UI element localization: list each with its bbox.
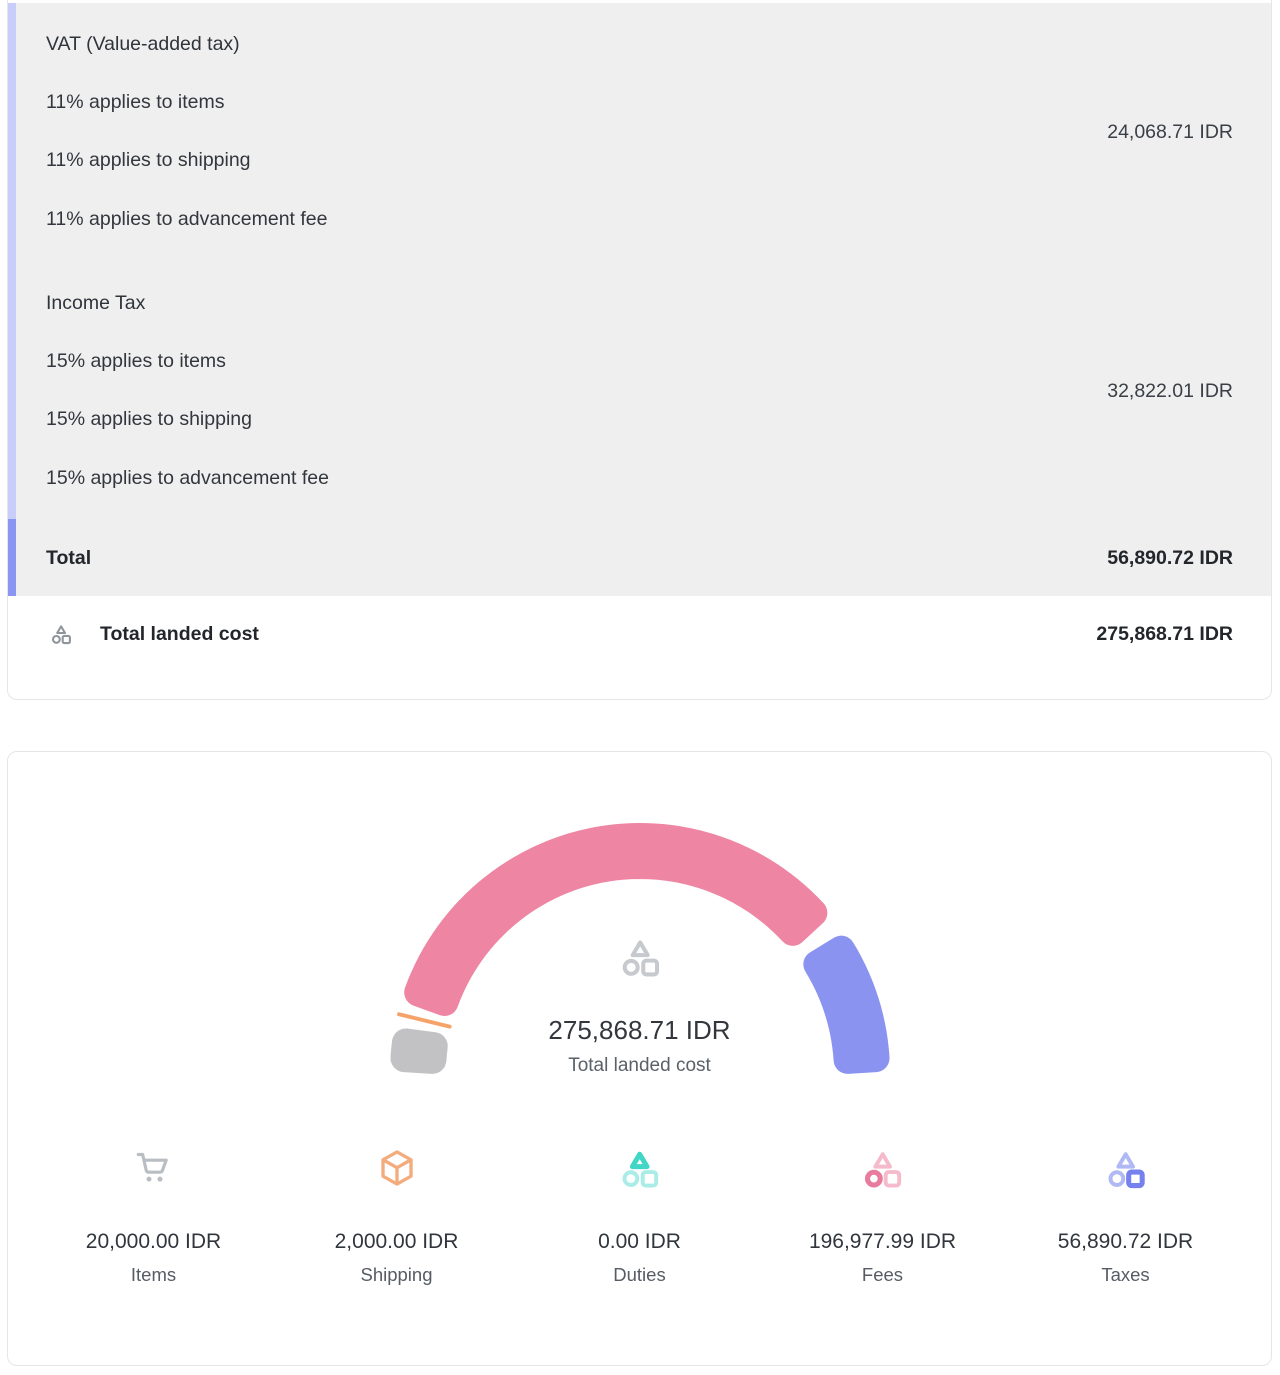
- tax-content: VAT (Value-added tax) 11% applies to ite…: [8, 3, 1271, 596]
- landed-cost-value: 275,868.71 IDR: [1096, 623, 1233, 646]
- shapes-taxes-icon: [1103, 1146, 1148, 1191]
- package-icon: [376, 1147, 418, 1189]
- legend-label: Taxes: [1004, 1264, 1247, 1286]
- legend-value: 2,000.00 IDR: [275, 1230, 518, 1254]
- tax-row: 15% applies to advancement fee: [46, 449, 1233, 508]
- legend-value: 196,977.99 IDR: [761, 1230, 1004, 1254]
- income-tax-group: Income Tax 15% applies to items 15% appl…: [46, 274, 1233, 508]
- landed-cost-shapes-icon: [49, 622, 73, 646]
- tax-row: 15% applies to shipping: [46, 391, 1233, 450]
- legend-fees: 196,977.99 IDR Fees: [761, 1142, 1004, 1286]
- legend-duties: 0.00 IDR Duties: [518, 1142, 761, 1286]
- landed-cost-gauge-card: 275,868.71 IDR Total landed cost 20,000.…: [7, 751, 1272, 1366]
- legend-taxes: 56,890.72 IDR Taxes: [1004, 1142, 1247, 1286]
- scrollbar-thumb[interactable]: [8, 519, 16, 596]
- total-value: 56,890.72 IDR: [1107, 547, 1233, 570]
- tax-row: 11% applies to items: [46, 73, 1233, 132]
- landed-cost-label: Total landed cost: [100, 623, 259, 646]
- tax-row: 11% applies to advancement fee: [46, 190, 1233, 249]
- group-title: Income Tax: [46, 274, 1233, 332]
- gauge-center-label: Total landed cost: [8, 1055, 1271, 1077]
- vat-amount: 24,068.71 IDR: [1107, 118, 1233, 146]
- legend-label: Duties: [518, 1264, 761, 1286]
- total-landed-cost-row: Total landed cost 275,868.71 IDR: [8, 596, 1271, 646]
- gauge-center-value: 275,868.71 IDR: [8, 1015, 1271, 1046]
- legend-value: 56,890.72 IDR: [1004, 1230, 1247, 1254]
- gauge-legend: 20,000.00 IDR Items 2,000.00 IDR Shippin…: [32, 1142, 1247, 1286]
- tax-row: 15% applies to items: [46, 332, 1233, 391]
- legend-label: Items: [32, 1264, 275, 1286]
- legend-label: Shipping: [275, 1264, 518, 1286]
- legend-value: 20,000.00 IDR: [32, 1230, 275, 1254]
- gauge-segment-fees[interactable]: [418, 837, 813, 1002]
- income-tax-amount: 32,822.01 IDR: [1107, 377, 1233, 405]
- scrollbar-track[interactable]: [8, 3, 16, 596]
- legend-label: Fees: [761, 1264, 1004, 1286]
- cart-icon: [134, 1148, 174, 1188]
- total-label: Total: [46, 547, 91, 570]
- tax-detail-panel: VAT (Value-added tax) 11% applies to ite…: [8, 3, 1271, 596]
- vat-group: VAT (Value-added tax) 11% applies to ite…: [46, 15, 1233, 249]
- shapes-duties-icon: [617, 1146, 662, 1191]
- legend-shipping: 2,000.00 IDR Shipping: [275, 1142, 518, 1286]
- tax-row: 11% applies to shipping: [46, 132, 1233, 191]
- group-title: VAT (Value-added tax): [46, 15, 1233, 73]
- landed-cost-shapes-icon: [617, 934, 663, 980]
- shapes-fees-icon: [860, 1146, 905, 1191]
- legend-items: 20,000.00 IDR Items: [32, 1142, 275, 1286]
- tax-breakdown-card: VAT (Value-added tax) 11% applies to ite…: [7, 0, 1272, 700]
- legend-value: 0.00 IDR: [518, 1230, 761, 1254]
- tax-total-row: Total 56,890.72 IDR: [46, 521, 1233, 597]
